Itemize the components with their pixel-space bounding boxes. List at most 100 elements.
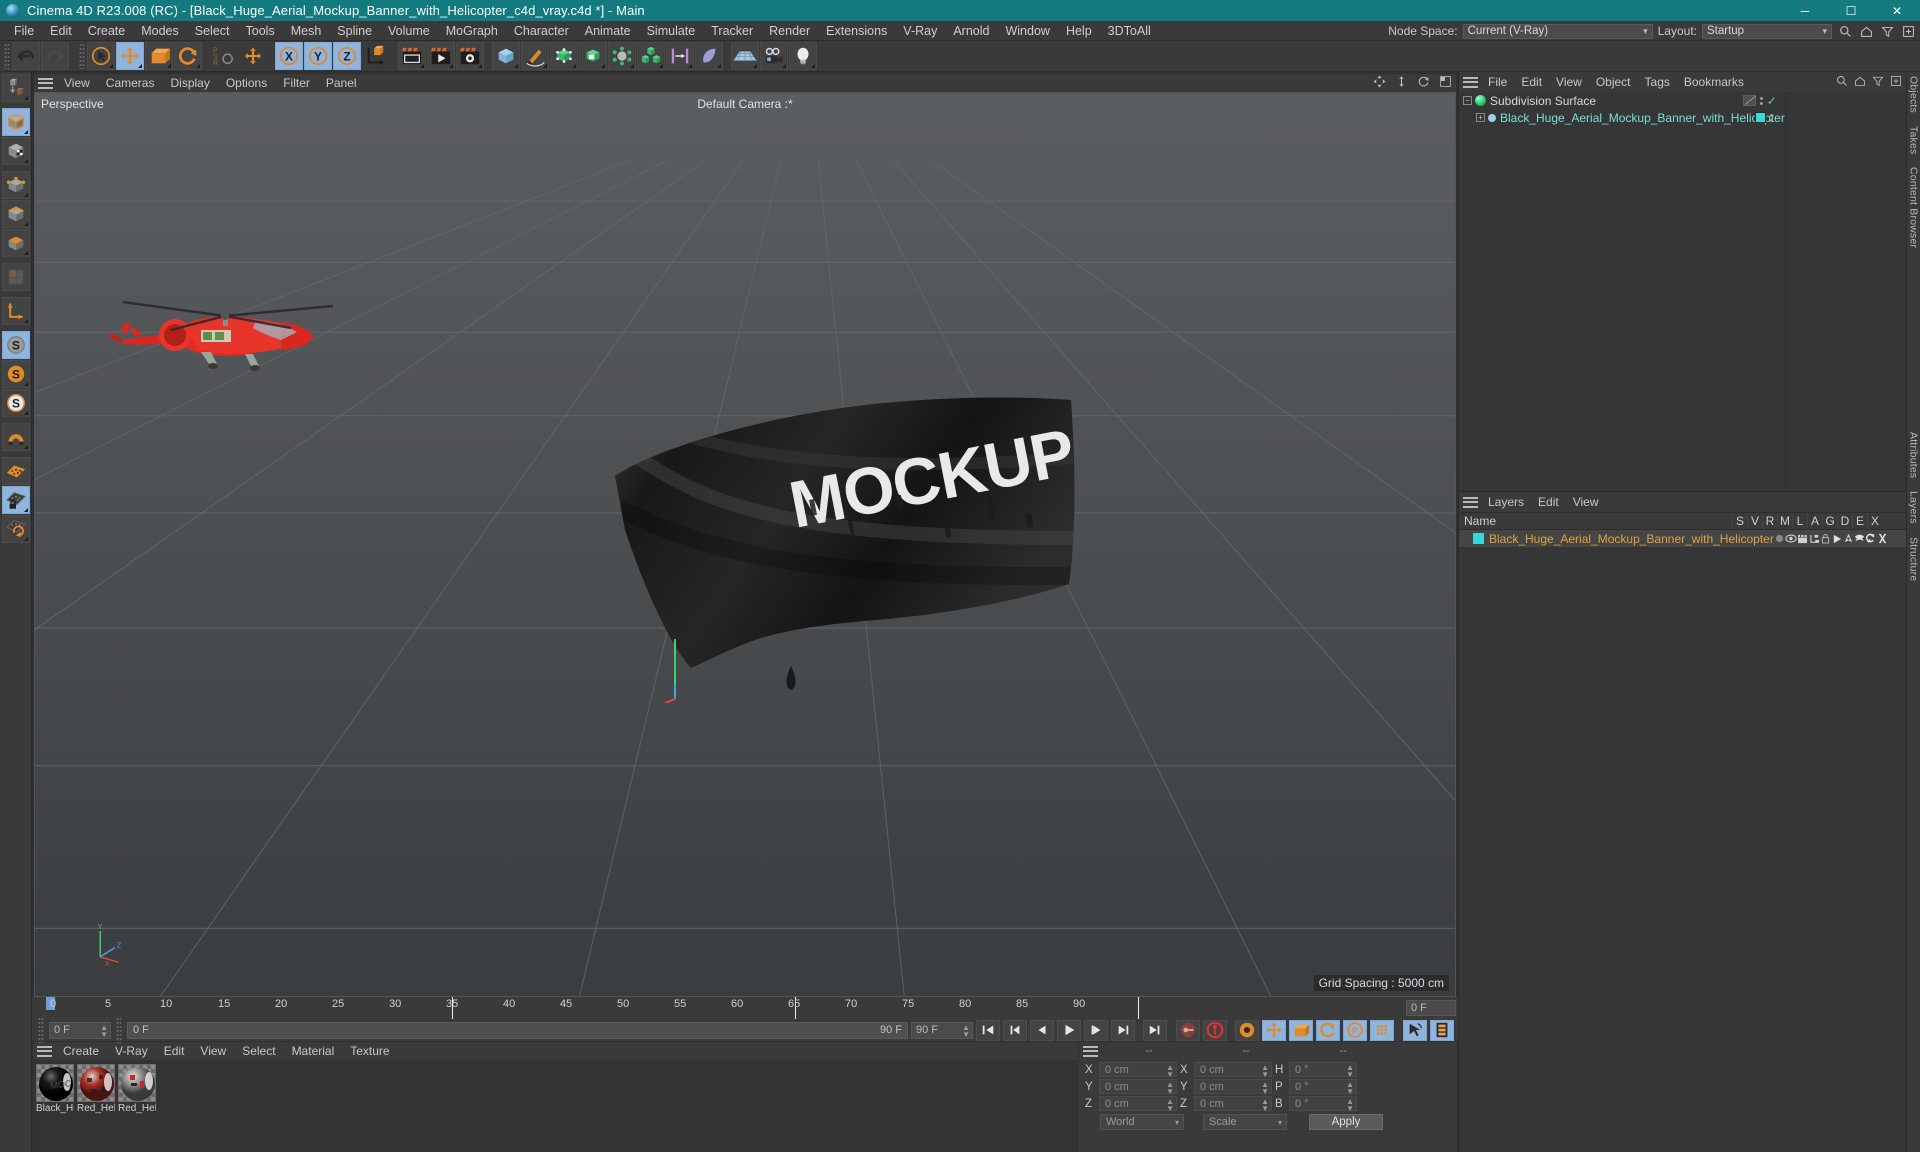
rail-tab-content-browser[interactable]: Content Browser [1908, 167, 1920, 248]
co ordinate-mode-dropdown[interactable]: Scale ▾ [1203, 1114, 1287, 1130]
menu-item-tracker[interactable]: Tracker [703, 21, 761, 41]
material-item[interactable]: MOC Black_Hu [36, 1064, 74, 1152]
toolbar-drag-handle[interactable] [4, 43, 10, 69]
material-menu-view[interactable]: View [192, 1042, 234, 1060]
layer-lock-toggle[interactable] [1820, 533, 1831, 544]
rotation-b-field[interactable]: 0 ° ▲ ▼ [1289, 1096, 1357, 1113]
light-object-button[interactable] [789, 42, 817, 70]
object-menu-tags[interactable]: Tags [1638, 72, 1677, 92]
layer-color-swatch[interactable] [1473, 533, 1484, 544]
rotate-view-icon[interactable] [1417, 75, 1430, 91]
go-to-start-button[interactable] [976, 1019, 1000, 1041]
material-item[interactable]: Red_Heli [77, 1064, 115, 1152]
material-menu-texture[interactable]: Texture [342, 1042, 397, 1060]
move-tool-button[interactable] [116, 42, 144, 70]
menu-item-animate[interactable]: Animate [577, 21, 639, 41]
menu-item-create[interactable]: Create [80, 21, 134, 41]
play-button[interactable] [1057, 1019, 1081, 1041]
menu-item-extensions[interactable]: Extensions [818, 21, 895, 41]
keyframe-selection-button[interactable] [1235, 1019, 1259, 1041]
layers-list-body[interactable]: Black_Huge_Aerial_Mockup_Banner_with_Hel… [1459, 530, 1906, 1152]
playback-drag-handle-2[interactable] [116, 1017, 122, 1043]
home-icon[interactable] [1854, 75, 1866, 90]
material-tag-icon[interactable] [1754, 112, 1766, 123]
expand-collapse-icon[interactable]: + [1476, 113, 1485, 122]
uv-mode-button[interactable] [1, 263, 30, 291]
menu-item-3dtoall[interactable]: 3DToAll [1100, 21, 1159, 41]
layers-panel-menu-icon[interactable] [1463, 496, 1478, 508]
material-panel-menu-icon[interactable] [37, 1045, 52, 1057]
size-x-field[interactable]: 0 cm ▲ ▼ [1194, 1062, 1272, 1079]
record-active-objects-button[interactable] [1176, 1019, 1200, 1041]
material-menu-vray[interactable]: V-Ray [107, 1042, 156, 1060]
render-view-button[interactable] [398, 42, 426, 70]
move-axis-button[interactable] [239, 42, 267, 70]
model-mode-button[interactable] [1, 108, 30, 136]
scale-tool-button[interactable] [145, 42, 173, 70]
viewport-menu-display[interactable]: Display [162, 74, 217, 92]
end-frame-field[interactable]: 90 F ▲ ▼ [911, 1021, 973, 1039]
world-object-axis-button[interactable] [362, 42, 390, 70]
object-panel-menu-icon[interactable] [1463, 76, 1478, 88]
layer-expressions-toggle[interactable] [1865, 533, 1876, 544]
animation-mode-button[interactable] [1403, 1019, 1427, 1041]
rotate-tool-button[interactable] [174, 42, 202, 70]
timeline-strip-button[interactable] [1430, 1019, 1454, 1041]
material-menu-edit[interactable]: Edit [156, 1042, 193, 1060]
mograph-effector-button[interactable] [666, 42, 694, 70]
object-menu-view[interactable]: View [1549, 72, 1589, 92]
move-view-icon[interactable] [1373, 75, 1386, 91]
layers-col-d[interactable]: D [1837, 514, 1852, 528]
menu-item-select[interactable]: Select [187, 21, 238, 41]
spinner-icon[interactable]: ▲ ▼ [1261, 1081, 1269, 1096]
key-scale-button[interactable] [1289, 1019, 1313, 1041]
next-key-button[interactable] [1111, 1019, 1135, 1041]
axis-y-button[interactable]: Y [304, 42, 332, 70]
menu-item-tools[interactable]: Tools [238, 21, 283, 41]
key-position-button[interactable] [1262, 1019, 1286, 1041]
material-swatch-area[interactable]: MOC Black_Hu Red_Heli Red [33, 1060, 1078, 1152]
object-row-banner[interactable]: + Black_Huge_Aerial_Mockup_Banner_with_H… [1459, 109, 1785, 126]
layers-col-l[interactable]: L [1792, 514, 1807, 528]
spinner-icon[interactable]: ▲ ▼ [962, 1023, 970, 1038]
axis-x-button[interactable]: X [275, 42, 303, 70]
menu-item-mograph[interactable]: MoGraph [438, 21, 506, 41]
viewport-menu-panel[interactable]: Panel [318, 74, 365, 92]
object-menu-edit[interactable]: Edit [1514, 72, 1549, 92]
current-frame-field[interactable]: 0 F ▲ ▼ [49, 1021, 111, 1039]
field-object-button[interactable] [695, 42, 723, 70]
layers-col-m[interactable]: M [1777, 514, 1792, 528]
object-menu-file[interactable]: File [1481, 72, 1514, 92]
display-tag-icon[interactable] [1742, 95, 1756, 106]
spinner-icon[interactable]: ▲ ▼ [1346, 1064, 1354, 1079]
layers-col-e[interactable]: E [1852, 514, 1867, 528]
rail-tab-structure[interactable]: Structure [1908, 537, 1920, 581]
quantize-snap-button[interactable]: S [1, 389, 30, 417]
polygon-mode-button[interactable] [1, 229, 30, 257]
object-axis-mode-button[interactable] [1, 297, 30, 325]
layout-dropdown[interactable]: Startup ▾ [1702, 23, 1832, 39]
menu-item-mesh[interactable]: Mesh [283, 21, 330, 41]
search-icon[interactable] [1837, 23, 1853, 39]
size-z-field[interactable]: 0 cm ▲ ▼ [1194, 1096, 1272, 1113]
close-button[interactable]: ✕ [1874, 0, 1920, 21]
playback-drag-handle[interactable] [38, 1017, 44, 1043]
magnet-tool-button[interactable] [1, 423, 30, 451]
spinner-icon[interactable]: ▲ ▼ [1346, 1098, 1354, 1113]
floor-object-button[interactable] [731, 42, 759, 70]
rail-tab-attributes[interactable]: Attributes [1908, 432, 1920, 478]
menu-item-character[interactable]: Character [506, 21, 577, 41]
rotation-p-field[interactable]: 0 ° ▲ ▼ [1289, 1079, 1357, 1096]
go-to-end-button[interactable] [1143, 1019, 1167, 1041]
mograph-cloner-button[interactable] [637, 42, 665, 70]
add-panel-icon[interactable] [1890, 75, 1902, 90]
material-menu-select[interactable]: Select [234, 1042, 283, 1060]
workplane-button[interactable] [1, 457, 30, 485]
layer-deformers-toggle[interactable] [1854, 533, 1865, 544]
layers-menu-view[interactable]: View [1566, 492, 1606, 512]
layer-manager-toggle[interactable] [1809, 534, 1820, 544]
object-menu-object[interactable]: Object [1589, 72, 1638, 92]
position-y-field[interactable]: 0 cm ▲ ▼ [1099, 1079, 1177, 1096]
scale-view-icon[interactable] [1395, 75, 1408, 91]
undo-button[interactable] [12, 42, 40, 70]
